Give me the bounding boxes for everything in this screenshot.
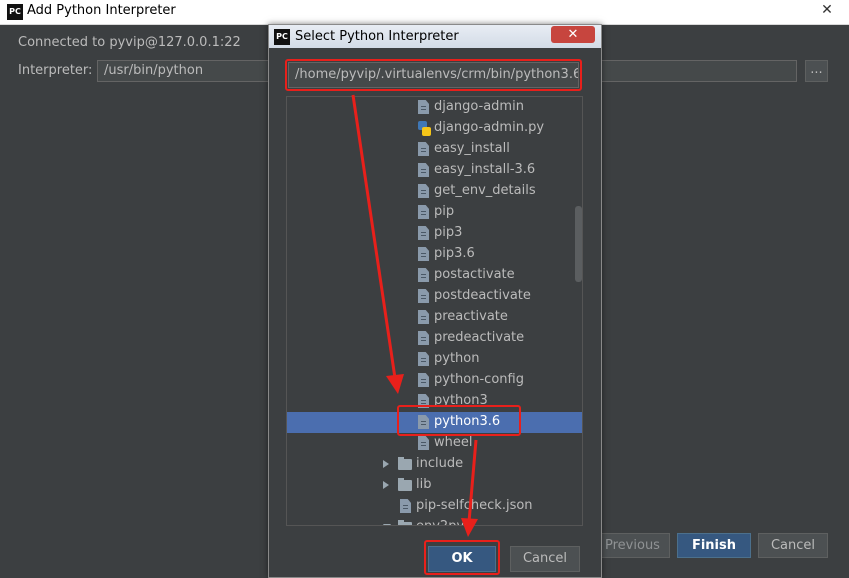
arrow-line-to-python (351, 94, 397, 379)
arrow-line-to-ok (467, 439, 478, 523)
arrow-head-to-ok (461, 518, 478, 537)
arrow-head-to-python (386, 374, 404, 394)
annotation-arrows (351, 94, 478, 537)
